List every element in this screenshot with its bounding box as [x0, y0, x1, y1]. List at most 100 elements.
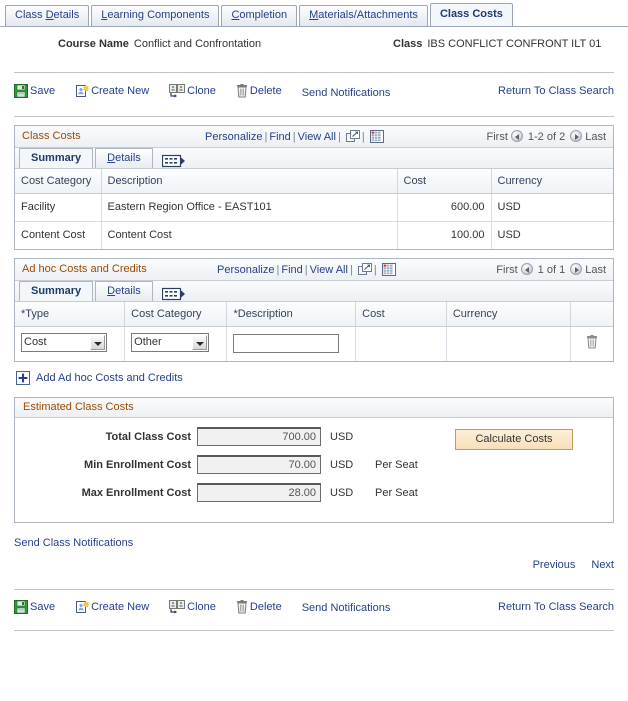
download-spreadsheet-icon[interactable]	[369, 130, 384, 143]
next-link[interactable]: Next	[591, 559, 614, 571]
cell-currency	[446, 326, 572, 361]
previous-link[interactable]: Previous	[533, 559, 576, 571]
tab-materials-attachments[interactable]: Materials/Attachments	[299, 5, 428, 26]
cost-category-dropdown[interactable]: Other	[131, 332, 210, 352]
return-to-class-search-button-bottom[interactable]: Return To Class Search	[498, 598, 614, 616]
return-to-class-search-label: Return To Class Search	[498, 85, 614, 98]
save-button[interactable]: Save	[14, 82, 55, 104]
estimated-class-costs-body: Total Class Cost USD Calculate Costs Min…	[15, 418, 613, 522]
col-type: *Type	[15, 302, 126, 327]
send-notifications-button-bottom[interactable]: Send Notifications	[302, 599, 391, 617]
cell-cost: 600.00	[397, 193, 492, 222]
delete-button[interactable]: Delete	[236, 82, 282, 104]
save-icon	[14, 84, 28, 104]
send-notifications-label: Send Notifications	[301, 602, 391, 615]
subtab-summary[interactable]: Summary	[19, 148, 94, 168]
chevron-down-icon	[90, 334, 105, 350]
next-page-arrow[interactable]	[570, 130, 583, 142]
find-link[interactable]: Find	[269, 131, 290, 143]
table-header-row: Cost Category Description Cost Currency	[15, 169, 613, 194]
save-button-bottom[interactable]: Save	[14, 598, 55, 620]
delete-label: Delete	[249, 85, 282, 98]
table-row: Cost Other	[15, 326, 613, 361]
col-cost-category: Cost Category	[15, 169, 102, 194]
adhoc-grid-nav: First 1 of 1 Last	[496, 263, 606, 276]
class-value: IBS CONFLICT CONFRONT ILT 01	[427, 38, 602, 50]
view-all-link[interactable]: View All	[310, 264, 348, 276]
type-dropdown-value: Cost	[24, 335, 47, 348]
tab-learning-components[interactable]: Learning Components	[91, 5, 220, 26]
personalize-link[interactable]: Personalize	[205, 131, 262, 143]
course-name-value: Conflict and Confrontation	[133, 38, 262, 50]
last-link[interactable]: Last	[585, 264, 606, 276]
tab-completion[interactable]: Completion	[221, 5, 298, 26]
show-all-columns-icon[interactable]	[161, 287, 186, 301]
class-costs-table: Cost Category Description Cost Currency …	[15, 169, 613, 249]
table-row: Facility Eastern Region Office - EAST101…	[15, 193, 613, 222]
last-link[interactable]: Last	[585, 131, 606, 143]
delete-button-bottom[interactable]: Delete	[236, 598, 282, 620]
subtab-label: Details	[107, 285, 141, 297]
show-all-columns-icon[interactable]	[161, 154, 186, 168]
clone-button[interactable]: Clone	[169, 82, 216, 104]
course-name-block: Course Name Conflict and Confrontation	[58, 38, 261, 50]
return-to-class-search-button[interactable]: Return To Class Search	[498, 82, 614, 100]
previous-page-arrow[interactable]	[510, 130, 523, 142]
calculate-costs-button[interactable]: Calculate Costs	[455, 428, 573, 450]
tab-label: Materials/Attachments	[309, 9, 418, 21]
add-adhoc-label[interactable]: Add Ad hoc Costs and Credits	[36, 372, 183, 384]
class-costs-title: Class Costs	[22, 130, 81, 142]
total-class-cost-value	[197, 426, 321, 446]
subtab-details[interactable]: Details	[95, 281, 153, 301]
total-class-cost-field-wrap	[197, 426, 321, 446]
cell-description	[226, 326, 357, 361]
class-costs-grid-header: Class Costs Personalize | Find | View All | |	[15, 126, 613, 148]
course-name-label: Course Name	[58, 38, 129, 50]
plus-icon[interactable]	[16, 370, 30, 388]
create-new-button[interactable]: Create New	[75, 82, 149, 104]
previous-page-arrow[interactable]	[520, 263, 533, 275]
view-all-link[interactable]: View All	[298, 131, 336, 143]
expand-new-window-icon[interactable]	[345, 130, 360, 143]
description-input[interactable]	[233, 334, 340, 353]
subtab-label: Summary	[31, 152, 82, 164]
delete-row-icon[interactable]	[586, 335, 598, 352]
adhoc-grid-tools: Personalize | Find | View All | |	[217, 263, 396, 276]
tab-class-costs[interactable]: Class Costs	[429, 3, 513, 26]
class-costs-grid-tools: Personalize | Find | View All | |	[205, 130, 384, 143]
expand-new-window-icon[interactable]	[357, 263, 372, 276]
create-new-button-bottom[interactable]: Create New	[75, 598, 149, 620]
total-class-cost-label: Total Class Cost	[105, 430, 191, 443]
col-delete	[570, 302, 613, 327]
subtab-details[interactable]: Details	[95, 148, 153, 168]
total-class-cost-unit: USD	[330, 430, 354, 443]
first-link[interactable]: First	[496, 264, 517, 276]
cell-cost-category: Content Cost	[15, 221, 102, 249]
top-toolbar: Save Create New Clone Delete Send Notifi…	[0, 73, 628, 111]
send-notifications-button[interactable]: Send Notifications	[302, 84, 391, 102]
tools-sep-2: |	[304, 264, 308, 276]
class-costs-page: Class Details Learning Components Completi…	[0, 3, 628, 701]
download-spreadsheet-icon[interactable]	[381, 263, 396, 276]
adhoc-title: Ad hoc Costs and Credits	[22, 263, 147, 275]
tab-class-details[interactable]: Class Details	[5, 5, 90, 26]
type-dropdown[interactable]: Cost	[21, 332, 107, 352]
bottom-toolbar: Save Create New Clone Delete Send Notifi…	[0, 590, 628, 624]
clone-button-bottom[interactable]: Clone	[169, 598, 216, 620]
col-currency: Currency	[491, 169, 613, 194]
subtab-summary[interactable]: Summary	[19, 281, 94, 301]
row-count: 1-2 of 2	[527, 131, 566, 143]
next-page-arrow[interactable]	[570, 263, 583, 275]
add-adhoc-row[interactable]: Add Ad hoc Costs and Credits	[16, 370, 628, 388]
send-class-notifications-link[interactable]: Send Class Notifications	[14, 537, 133, 549]
tools-sep-2: |	[292, 131, 296, 143]
first-link[interactable]: First	[487, 131, 508, 143]
personalize-link[interactable]: Personalize	[217, 264, 274, 276]
class-costs-subtabs: Summary Details	[15, 148, 613, 169]
cell-description: Content Cost	[101, 221, 398, 249]
class-label: Class	[393, 38, 423, 50]
find-link[interactable]: Find	[281, 264, 302, 276]
col-cost: Cost	[397, 169, 492, 194]
cell-cost-category: Facility	[15, 193, 102, 222]
max-enrollment-cost-value	[197, 482, 321, 502]
